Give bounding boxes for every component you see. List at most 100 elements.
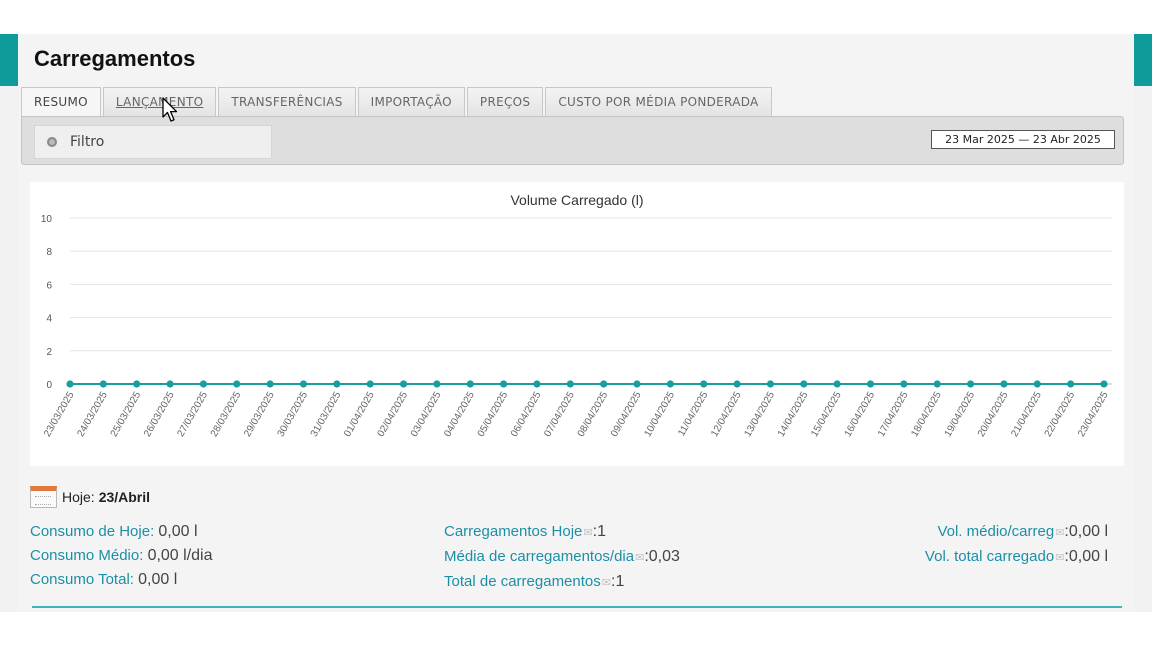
x-tick-label: 31/03/2025: [309, 390, 344, 439]
data-point[interactable]: [366, 380, 374, 388]
stat-vol-medio: Vol. médio/carreg✉:0,00 l: [925, 520, 1108, 545]
data-point[interactable]: [600, 380, 608, 388]
data-point[interactable]: [266, 380, 274, 388]
x-tick-label: 02/04/2025: [376, 390, 411, 439]
data-point[interactable]: [566, 380, 574, 388]
data-point[interactable]: [500, 380, 508, 388]
tab-label: LANÇAMENTO: [115, 95, 204, 109]
x-tick-label: 01/04/2025: [342, 390, 377, 439]
today-row: Hoje: 23/Abril: [30, 486, 150, 508]
data-point[interactable]: [1000, 380, 1008, 388]
stat-media-carregamentos: Média de carregamentos/dia✉:0,03: [444, 545, 680, 570]
tab-transferencias[interactable]: TRANSFERÊNCIAS: [218, 87, 356, 116]
data-point[interactable]: [99, 380, 107, 388]
chart-title: Volume Carregado (l): [510, 192, 643, 208]
today-value: 23/Abril: [98, 489, 151, 505]
tab-label: PREÇOS: [479, 95, 531, 109]
stat-label: Vol. total carregado: [924, 548, 1055, 565]
mouse-cursor-icon: [162, 97, 178, 122]
x-tick-label: 20/04/2025: [976, 390, 1011, 439]
x-tick-label: 23/03/2025: [42, 390, 77, 439]
stats-consumo: Consumo de Hoje: 0,00 l Consumo Médio: 0…: [30, 520, 213, 592]
tab-importacao[interactable]: IMPORTAÇÃO: [357, 87, 465, 116]
data-point[interactable]: [1100, 380, 1108, 388]
x-tick-label: 26/03/2025: [142, 390, 177, 439]
y-tick-label: 2: [46, 347, 52, 358]
x-tick-label: 13/04/2025: [742, 390, 777, 439]
date-range-picker[interactable]: 23 Mar 2025 — 23 Abr 2025: [931, 130, 1115, 149]
y-tick-label: 4: [46, 314, 52, 325]
chart-grid: [70, 217, 1112, 385]
stat-label: Consumo Médio:: [30, 547, 144, 564]
data-point[interactable]: [433, 380, 441, 388]
data-point[interactable]: [933, 380, 941, 388]
y-tick-label: 8: [46, 247, 52, 258]
data-point[interactable]: [766, 380, 775, 388]
data-point[interactable]: [466, 380, 474, 388]
stat-value: 0,00 l: [138, 571, 178, 588]
data-point[interactable]: [399, 380, 408, 388]
section-divider: [32, 606, 1122, 608]
data-point[interactable]: [166, 380, 174, 388]
x-tick-label: 12/04/2025: [709, 390, 744, 439]
data-point[interactable]: [1067, 380, 1075, 388]
data-point[interactable]: [833, 380, 841, 388]
page-title: Carregamentos: [34, 46, 196, 71]
tab-custo-media-ponderada[interactable]: CUSTO POR MÉDIA PONDERADA: [545, 87, 772, 116]
filter-bar: Filtro 23 Mar 2025 — 23 Abr 2025: [21, 116, 1124, 165]
data-point[interactable]: [533, 380, 541, 388]
stat-value: 1: [597, 523, 606, 540]
filter-button[interactable]: Filtro: [34, 125, 272, 159]
data-point[interactable]: [1033, 380, 1041, 388]
stat-consumo-total: Consumo Total: 0,00 l: [30, 568, 213, 592]
data-point[interactable]: [666, 380, 674, 388]
stat-total-carregamentos: Total de carregamentos✉:1: [444, 570, 680, 595]
data-point[interactable]: [66, 380, 74, 388]
envelope-icon: ✉: [583, 527, 593, 539]
x-tick-label: 27/03/2025: [175, 390, 210, 439]
stat-value: 0,00 l: [158, 523, 198, 540]
x-tick-label: 03/04/2025: [409, 390, 444, 439]
stat-consumo-hoje: Consumo de Hoje: 0,00 l: [30, 520, 213, 544]
x-tick-label: 28/03/2025: [209, 390, 244, 439]
chart-canvas: Volume Carregado (l) 0246810 23/03/20252…: [41, 192, 1112, 439]
x-tick-label: 08/04/2025: [576, 390, 611, 439]
data-point[interactable]: [199, 380, 208, 388]
stat-vol-total: Vol. total carregado✉:0,00 l: [925, 545, 1108, 570]
tab-resumo[interactable]: RESUMO: [21, 87, 101, 117]
x-tick-label: 29/03/2025: [242, 390, 277, 439]
x-tick-label: 30/03/2025: [276, 390, 311, 439]
x-tick-label: 10/04/2025: [642, 390, 677, 439]
volume-chart: Volume Carregado (l) 0 2 4 6 8 10 23/03/2025 2…: [30, 182, 1124, 466]
x-tick-label: 24/03/2025: [75, 390, 110, 439]
data-point[interactable]: [866, 380, 875, 388]
data-point[interactable]: [900, 380, 908, 388]
x-tick-label: 18/04/2025: [909, 390, 944, 439]
data-point[interactable]: [733, 380, 741, 388]
y-tick-label: 0: [46, 380, 52, 391]
x-tick-label: 15/04/2025: [809, 390, 844, 439]
data-point[interactable]: [233, 380, 241, 388]
stat-value: 0,00 l/dia: [147, 547, 213, 564]
x-axis: 23/03/202524/03/202525/03/202526/03/2025…: [42, 390, 1111, 439]
data-point[interactable]: [800, 380, 808, 388]
stat-consumo-medio: Consumo Médio: 0,00 l/dia: [30, 544, 213, 568]
x-tick-label: 04/04/2025: [442, 390, 477, 439]
tab-precos[interactable]: PREÇOS: [466, 87, 544, 116]
tab-lancamento[interactable]: LANÇAMENTO: [102, 87, 217, 116]
stat-value: 0,00 l: [1068, 523, 1108, 540]
data-point[interactable]: [333, 380, 341, 388]
x-tick-label: 16/04/2025: [843, 390, 878, 439]
data-point[interactable]: [966, 380, 975, 388]
x-tick-label: 21/04/2025: [1009, 390, 1044, 439]
x-tick-label: 22/04/2025: [1043, 390, 1078, 439]
stat-label: Média de carregamentos/dia: [444, 548, 635, 565]
data-point[interactable]: [299, 380, 308, 388]
data-point[interactable]: [133, 380, 141, 388]
y-tick-label: 6: [46, 280, 52, 291]
data-point[interactable]: [633, 380, 641, 388]
y-axis: 0 2 4 6 8 10: [41, 214, 53, 391]
stat-value: 0,03: [648, 548, 680, 565]
tab-label: TRANSFERÊNCIAS: [231, 95, 343, 109]
data-point[interactable]: [700, 380, 708, 388]
